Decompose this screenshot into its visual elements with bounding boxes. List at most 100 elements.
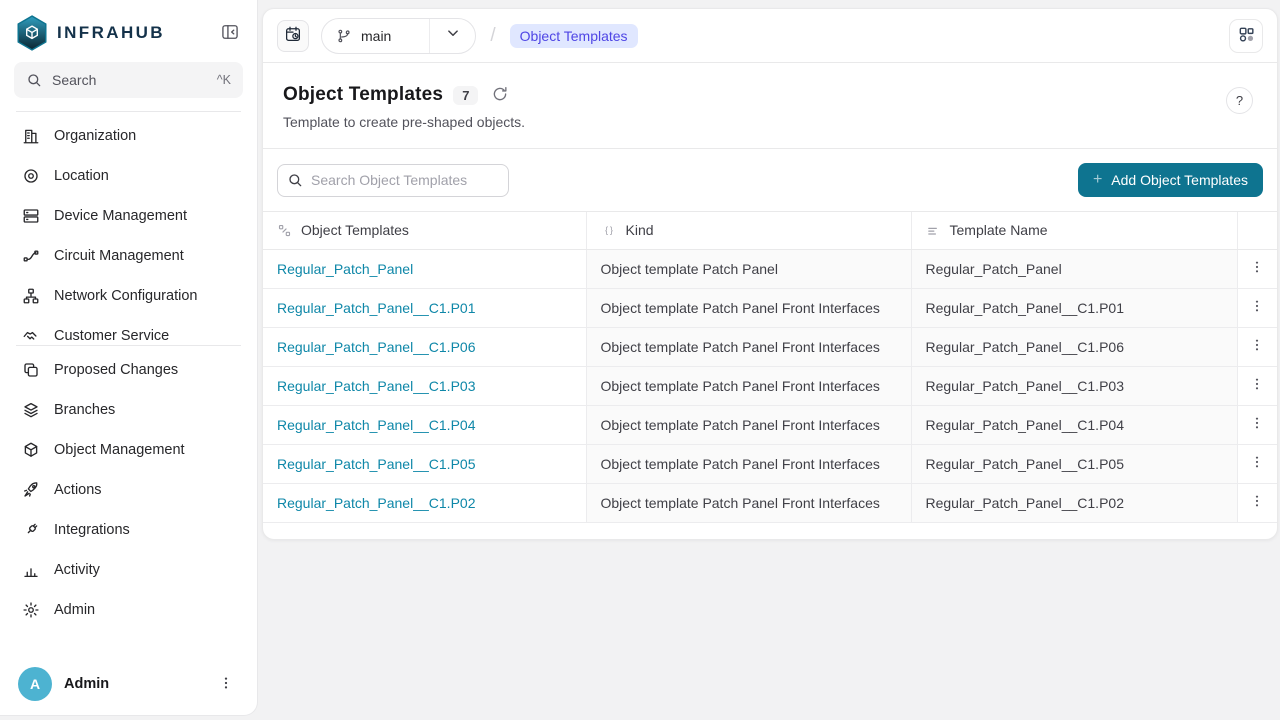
table-row: Regular_Patch_Panel__C1.P04 Object templa… <box>263 405 1277 444</box>
rocket-icon <box>22 481 40 499</box>
table-row: Regular_Patch_Panel__C1.P01Object templa… <box>263 288 1277 327</box>
user-menu-button[interactable] <box>213 671 239 697</box>
row-actions-button[interactable] <box>1244 373 1270 399</box>
cube-icon <box>22 441 40 459</box>
avatar: A <box>18 667 52 701</box>
circuit-icon <box>22 247 40 265</box>
sidebar-group-objects: Organization LocationDevice Management Cir… <box>14 112 243 345</box>
breadcrumb-current[interactable]: Object Templates <box>510 24 638 48</box>
bar-chart-icon <box>22 561 40 579</box>
branch-dropdown-toggle[interactable] <box>429 18 475 54</box>
sidebar-item-organization[interactable]: Organization <box>14 116 243 156</box>
sidebar-item-label: Customer Service <box>54 328 169 344</box>
row-actions-button[interactable] <box>1244 295 1270 321</box>
plug-icon <box>22 521 40 539</box>
copy-icon <box>22 361 40 379</box>
cell-actions <box>1237 249 1277 288</box>
cell-kind: Object template Patch Panel Front Interf… <box>586 405 911 444</box>
sidebar-item-label: Branches <box>54 402 115 418</box>
user-row: A Admin <box>14 665 243 701</box>
help-button[interactable]: ? <box>1226 87 1253 114</box>
date-picker-button[interactable] <box>277 20 309 52</box>
count-badge: 7 <box>453 86 478 105</box>
kebab-icon <box>1249 415 1265 434</box>
object-template-link[interactable]: Regular_Patch_Panel__C1.P04 <box>277 417 475 433</box>
sidebar-collapse-button[interactable] <box>217 20 243 46</box>
page-subtitle: Template to create pre-shaped objects. <box>283 114 1257 130</box>
page-title: Object Templates <box>283 84 443 106</box>
object-templates-table: Object Templates { } Kind <box>263 211 1277 523</box>
cell-kind: Object template Patch Panel Front Interf… <box>586 366 911 405</box>
object-template-link[interactable]: Regular_Patch_Panel__C1.P02 <box>277 495 475 511</box>
sidebar-search-shortcut: ^K <box>217 73 231 87</box>
object-template-link[interactable]: Regular_Patch_Panel__C1.P03 <box>277 378 475 394</box>
add-object-templates-button[interactable]: + Add Object Templates <box>1078 163 1263 197</box>
calendar-clock-icon <box>284 25 302 46</box>
sidebar-item-device-management[interactable]: Device Management <box>14 196 243 236</box>
topbar: main / Object Templates <box>263 9 1277 63</box>
sidebar-search[interactable]: Search ^K <box>14 62 243 98</box>
layers-icon <box>22 401 40 419</box>
sidebar-item-customer-service[interactable]: Customer Service <box>14 316 243 345</box>
object-template-link[interactable]: Regular_Patch_Panel__C1.P01 <box>277 300 475 316</box>
svg-text:{ }: { } <box>604 225 612 235</box>
sidebar-item-label: Object Management <box>54 442 185 458</box>
cell-actions <box>1237 327 1277 366</box>
cell-actions <box>1237 444 1277 483</box>
refresh-icon <box>491 85 509 106</box>
sidebar-item-network-configuration[interactable]: Network Configuration <box>14 276 243 316</box>
sidebar-item-integrations[interactable]: Integrations <box>14 510 243 550</box>
row-actions-button[interactable] <box>1244 412 1270 438</box>
search-icon <box>26 72 42 88</box>
object-template-link[interactable]: Regular_Patch_Panel <box>277 261 413 277</box>
cell-actions <box>1237 405 1277 444</box>
search-icon <box>287 172 303 193</box>
add-button-label: Add Object Templates <box>1111 172 1248 188</box>
branch-selector[interactable]: main <box>321 18 476 54</box>
relation-icon <box>277 223 292 238</box>
cell-kind: Object template Patch Panel Front Interf… <box>586 444 911 483</box>
cell-object-template: Regular_Patch_Panel__C1.P03 <box>263 366 586 405</box>
cell-template-name: Regular_Patch_Panel__C1.P02 <box>911 483 1237 522</box>
sidebar-item-label: Circuit Management <box>54 248 184 264</box>
app-root: INFRAHUB Search ^K OrganizationLocationD… <box>0 0 1280 720</box>
sidebar-item-admin[interactable]: Admin <box>14 590 243 630</box>
table-row: Regular_Patch_Panel__C1.P03 Object templa… <box>263 366 1277 405</box>
sidebar-item-proposed-changes[interactable]: Proposed Changes <box>14 350 243 390</box>
sidebar-item-circuit-management[interactable]: Circuit Management <box>14 236 243 276</box>
sidebar-item-label: Activity <box>54 562 100 578</box>
row-actions-button[interactable] <box>1244 256 1270 282</box>
row-actions-button[interactable] <box>1244 490 1270 516</box>
row-actions-button[interactable] <box>1244 451 1270 477</box>
cell-template-name: Regular_Patch_Panel__C1.P06 <box>911 327 1237 366</box>
sidebar-item-label: Integrations <box>54 522 130 538</box>
row-actions-button[interactable] <box>1244 334 1270 360</box>
kebab-icon <box>218 675 234 694</box>
schema-apps-button[interactable] <box>1229 19 1263 53</box>
column-header-template-name[interactable]: Template Name <box>911 212 1237 249</box>
sidebar-item-label: Admin <box>54 602 95 618</box>
cell-object-template: Regular_Patch_Panel__C1.P01 <box>263 288 586 327</box>
object-template-link[interactable]: Regular_Patch_Panel__C1.P05 <box>277 456 475 472</box>
sidebar-item-branches[interactable]: Branches <box>14 390 243 430</box>
branch-selector-value: main <box>322 28 429 44</box>
cell-template-name: Regular_Patch_Panel <box>911 249 1237 288</box>
sidebar-item-label: Organization <box>54 128 136 144</box>
network-icon <box>22 287 40 305</box>
sidebar-item-activity[interactable]: Activity <box>14 550 243 590</box>
refresh-button[interactable] <box>488 83 512 107</box>
sidebar-item-location[interactable]: Location <box>14 156 243 196</box>
text-lines-icon <box>926 223 941 238</box>
column-header-kind[interactable]: { } Kind <box>586 212 911 249</box>
building-icon <box>22 127 40 145</box>
object-templates-search-input[interactable] <box>277 164 509 197</box>
sidebar-item-actions[interactable]: Actions <box>14 470 243 510</box>
cell-kind: Object template Patch Panel Front Interf… <box>586 327 911 366</box>
table-row: Regular_Patch_Panel__C1.P06Object templa… <box>263 327 1277 366</box>
sidebar-item-object-management[interactable]: Object Management <box>14 430 243 470</box>
column-header-object-templates[interactable]: Object Templates <box>263 212 586 249</box>
sidebar-item-label: Proposed Changes <box>54 362 178 378</box>
table-row: Regular_Patch_PanelObject template Patch… <box>263 249 1277 288</box>
sidebar-search-label: Search <box>52 72 96 88</box>
object-template-link[interactable]: Regular_Patch_Panel__C1.P06 <box>277 339 475 355</box>
